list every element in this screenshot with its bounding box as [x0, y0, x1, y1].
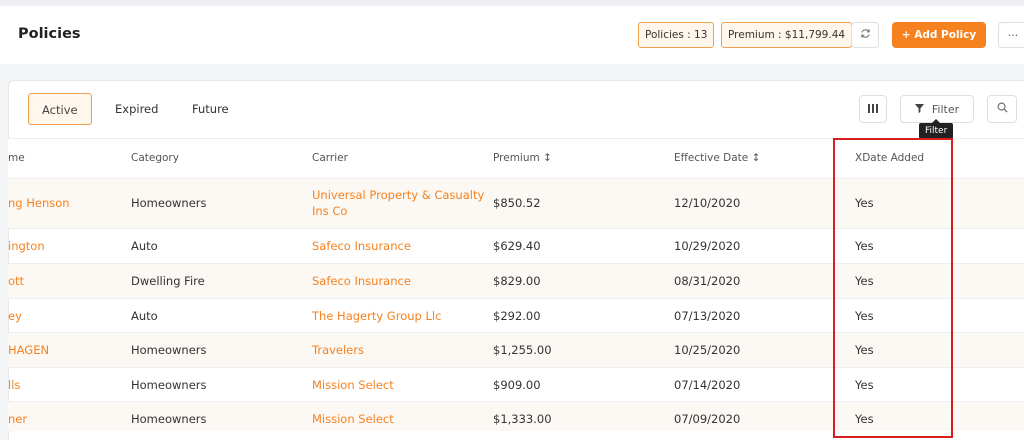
row-effective-date: 12/10/2020 — [674, 196, 741, 210]
table-header: me Category Carrier Premium ↕ Effective … — [8, 138, 1024, 178]
row-premium: $629.40 — [493, 239, 541, 253]
filter-label: Filter — [931, 102, 960, 116]
table-row[interactable]: ott Dwelling Fire Safeco Insurance $829.… — [8, 263, 1024, 298]
row-effective-date: 08/31/2020 — [674, 274, 741, 288]
column-header-effective-date[interactable]: Effective Date ↕ — [674, 152, 760, 164]
refresh-button[interactable] — [851, 22, 879, 48]
row-premium: $829.00 — [493, 274, 541, 288]
table-row[interactable]: HAGEN Homeowners Travelers $1,255.00 10/… — [8, 332, 1024, 367]
row-category: Homeowners — [131, 412, 207, 426]
more-options-button[interactable]: ··· — [998, 22, 1024, 48]
row-category: Auto — [131, 239, 158, 253]
row-name-link[interactable]: ng Henson — [8, 196, 70, 210]
filter-tooltip: Filter — [919, 119, 954, 139]
add-policy-button[interactable]: + Add Policy — [892, 22, 986, 48]
row-name-link[interactable]: ott — [8, 274, 24, 288]
row-category: Dwelling Fire — [131, 274, 205, 288]
search-icon — [997, 102, 1008, 116]
row-carrier-link[interactable]: Safeco Insurance — [312, 274, 411, 288]
policies-count-badge: Policies : 13 — [638, 22, 715, 48]
row-effective-date: 07/14/2020 — [674, 378, 741, 392]
row-effective-date: 07/09/2020 — [674, 412, 741, 426]
row-premium: $1,333.00 — [493, 412, 552, 426]
tab-expired[interactable]: Expired — [102, 93, 171, 125]
row-effective-date: 10/29/2020 — [674, 239, 741, 253]
row-effective-date: 07/13/2020 — [674, 309, 741, 323]
table-row[interactable]: ner Homeowners Mission Select $1,333.00 … — [8, 401, 1024, 431]
row-name-link[interactable]: ner — [8, 412, 27, 426]
row-carrier-link[interactable]: The Hagerty Group Llc — [312, 309, 441, 323]
refresh-icon — [860, 28, 871, 42]
row-name-link[interactable]: ey — [8, 309, 22, 323]
table-row[interactable]: lls Homeowners Mission Select $909.00 07… — [8, 367, 1024, 401]
row-effective-date: 10/25/2020 — [674, 343, 741, 357]
row-carrier-link[interactable]: Universal Property & Casualty Ins Co — [312, 187, 487, 219]
table-row[interactable]: ington Auto Safeco Insurance $629.40 10/… — [8, 228, 1024, 263]
table-row[interactable]: ng Henson Homeowners Universal Property … — [8, 178, 1024, 228]
row-carrier-link[interactable]: Safeco Insurance — [312, 239, 411, 253]
table-row[interactable]: ey Auto The Hagerty Group Llc $292.00 07… — [8, 298, 1024, 332]
row-premium: $292.00 — [493, 309, 541, 323]
row-xdate-added: Yes — [855, 196, 874, 210]
premium-total-badge: Premium : $11,799.44 — [721, 22, 853, 48]
columns-button[interactable] — [859, 95, 887, 123]
row-carrier-link[interactable]: Mission Select — [312, 378, 394, 392]
row-xdate-added: Yes — [855, 274, 874, 288]
row-xdate-added: Yes — [855, 412, 874, 426]
row-name-link[interactable]: ington — [8, 239, 45, 253]
columns-icon — [868, 103, 878, 116]
column-header-premium[interactable]: Premium ↕ — [493, 152, 552, 164]
column-header-carrier[interactable]: Carrier — [312, 152, 348, 164]
tab-future[interactable]: Future — [179, 93, 242, 125]
search-button[interactable] — [987, 95, 1017, 123]
tab-active[interactable]: Active — [28, 93, 92, 125]
page-title: Policies — [18, 26, 81, 42]
row-xdate-added: Yes — [855, 378, 874, 392]
row-premium: $1,255.00 — [493, 343, 552, 357]
row-carrier-link[interactable]: Travelers — [312, 343, 364, 357]
row-xdate-added: Yes — [855, 343, 874, 357]
row-premium: $850.52 — [493, 196, 541, 210]
row-carrier-link[interactable]: Mission Select — [312, 412, 394, 426]
row-xdate-added: Yes — [855, 309, 874, 323]
column-header-name[interactable]: me — [8, 152, 25, 164]
row-category: Homeowners — [131, 378, 207, 392]
row-name-link[interactable]: HAGEN — [8, 343, 49, 357]
row-premium: $909.00 — [493, 378, 541, 392]
funnel-icon — [914, 103, 924, 116]
column-header-xdate-added[interactable]: XDate Added — [855, 152, 924, 164]
row-xdate-added: Yes — [855, 239, 874, 253]
row-category: Homeowners — [131, 196, 207, 210]
row-name-link[interactable]: lls — [8, 378, 20, 392]
column-header-category[interactable]: Category — [131, 152, 179, 164]
row-category: Auto — [131, 309, 158, 323]
row-category: Homeowners — [131, 343, 207, 357]
